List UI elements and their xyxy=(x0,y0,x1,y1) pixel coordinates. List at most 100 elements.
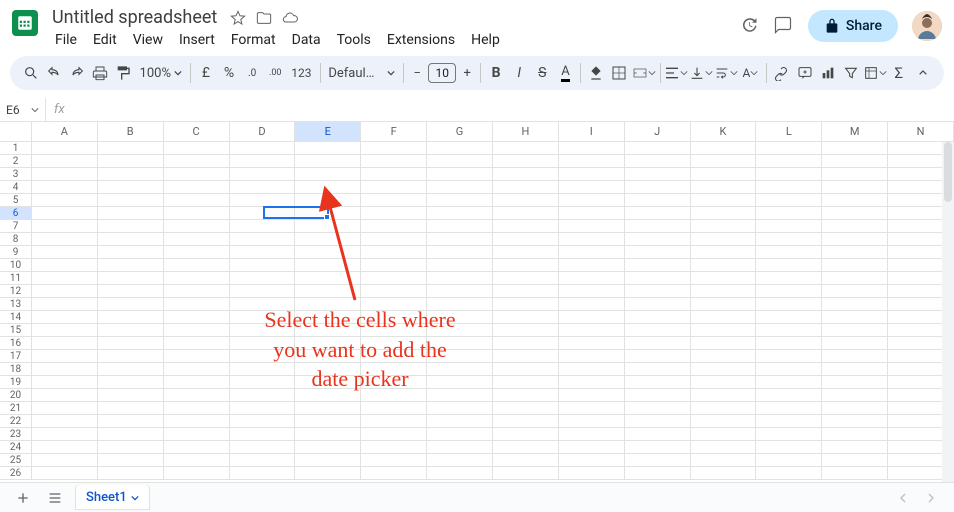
cell[interactable] xyxy=(98,324,164,337)
menu-data[interactable]: Data xyxy=(285,30,328,50)
functions-icon[interactable]: Σ xyxy=(888,60,910,86)
cell[interactable] xyxy=(822,155,888,168)
cell[interactable] xyxy=(822,194,888,207)
cell[interactable] xyxy=(427,337,493,350)
col-header-N[interactable]: N xyxy=(888,122,954,142)
move-folder-icon[interactable] xyxy=(255,9,273,27)
cell[interactable] xyxy=(98,142,164,155)
cell[interactable] xyxy=(691,142,757,155)
cell[interactable] xyxy=(32,220,98,233)
cell[interactable] xyxy=(164,246,230,259)
decrease-decimal-icon[interactable]: .0 xyxy=(241,60,263,86)
cell[interactable] xyxy=(230,428,296,441)
sheet-nav-right-icon[interactable] xyxy=(920,487,942,509)
cell[interactable] xyxy=(98,415,164,428)
cell[interactable] xyxy=(230,324,296,337)
cell[interactable] xyxy=(295,168,361,181)
sheet-nav-left-icon[interactable] xyxy=(892,487,914,509)
cell[interactable] xyxy=(756,181,822,194)
cell[interactable] xyxy=(427,272,493,285)
cell[interactable] xyxy=(822,454,888,467)
cell[interactable] xyxy=(295,194,361,207)
col-header-B[interactable]: B xyxy=(98,122,164,142)
cell[interactable] xyxy=(427,454,493,467)
cell[interactable] xyxy=(230,415,296,428)
cell[interactable] xyxy=(32,181,98,194)
cell[interactable] xyxy=(427,415,493,428)
cell[interactable] xyxy=(691,207,757,220)
cell[interactable] xyxy=(493,168,559,181)
cell[interactable] xyxy=(361,376,427,389)
cell[interactable] xyxy=(822,311,888,324)
row-header-1[interactable]: 1 xyxy=(0,142,32,155)
cell[interactable] xyxy=(32,194,98,207)
cell[interactable] xyxy=(559,467,625,480)
cell[interactable] xyxy=(756,311,822,324)
cell[interactable] xyxy=(493,194,559,207)
cell[interactable] xyxy=(295,376,361,389)
cell[interactable] xyxy=(295,350,361,363)
cell[interactable] xyxy=(625,441,691,454)
cell[interactable] xyxy=(822,350,888,363)
cell[interactable] xyxy=(164,220,230,233)
row-header-6[interactable]: 6 xyxy=(0,207,32,220)
font-size-minus-icon[interactable]: − xyxy=(408,60,426,86)
cell[interactable] xyxy=(559,350,625,363)
cell[interactable] xyxy=(295,233,361,246)
percent-icon[interactable]: % xyxy=(218,60,240,86)
cell[interactable] xyxy=(559,337,625,350)
cell[interactable] xyxy=(822,441,888,454)
cell[interactable] xyxy=(493,389,559,402)
cell[interactable] xyxy=(98,389,164,402)
cell[interactable] xyxy=(559,324,625,337)
col-header-M[interactable]: M xyxy=(822,122,888,142)
row-header-5[interactable]: 5 xyxy=(0,194,32,207)
cell[interactable] xyxy=(164,155,230,168)
cell[interactable] xyxy=(625,415,691,428)
cell[interactable] xyxy=(756,376,822,389)
cell[interactable] xyxy=(32,441,98,454)
cell[interactable] xyxy=(361,337,427,350)
vertical-scrollbar[interactable] xyxy=(942,142,954,494)
print-icon[interactable] xyxy=(89,60,111,86)
cell[interactable] xyxy=(822,181,888,194)
cell[interactable] xyxy=(98,181,164,194)
cell[interactable] xyxy=(98,285,164,298)
row-header-25[interactable]: 25 xyxy=(0,454,32,467)
cell[interactable] xyxy=(32,207,98,220)
cell[interactable] xyxy=(493,363,559,376)
cell[interactable] xyxy=(691,337,757,350)
cell[interactable] xyxy=(32,337,98,350)
cell[interactable] xyxy=(361,415,427,428)
cell[interactable] xyxy=(493,415,559,428)
cells-area[interactable] xyxy=(32,142,954,494)
cell[interactable] xyxy=(493,402,559,415)
cell[interactable] xyxy=(295,298,361,311)
cell[interactable] xyxy=(427,259,493,272)
cell[interactable] xyxy=(625,402,691,415)
cell[interactable] xyxy=(164,402,230,415)
cell[interactable] xyxy=(691,298,757,311)
cell[interactable] xyxy=(361,220,427,233)
cell[interactable] xyxy=(691,441,757,454)
cell[interactable] xyxy=(295,324,361,337)
text-color-icon[interactable]: A xyxy=(554,60,576,86)
cell[interactable] xyxy=(295,181,361,194)
cell[interactable] xyxy=(493,428,559,441)
row-header-8[interactable]: 8 xyxy=(0,233,32,246)
cell[interactable] xyxy=(756,285,822,298)
cell[interactable] xyxy=(625,389,691,402)
row-header-16[interactable]: 16 xyxy=(0,337,32,350)
cell[interactable] xyxy=(822,220,888,233)
row-header-26[interactable]: 26 xyxy=(0,467,32,480)
cell[interactable] xyxy=(559,402,625,415)
cell[interactable] xyxy=(756,441,822,454)
cell[interactable] xyxy=(756,142,822,155)
cell[interactable] xyxy=(32,467,98,480)
cell[interactable] xyxy=(691,272,757,285)
font-size-plus-icon[interactable]: + xyxy=(458,60,476,86)
cell[interactable] xyxy=(559,311,625,324)
font-size-input[interactable]: 10 xyxy=(428,63,456,83)
cell[interactable] xyxy=(822,402,888,415)
cell[interactable] xyxy=(493,246,559,259)
